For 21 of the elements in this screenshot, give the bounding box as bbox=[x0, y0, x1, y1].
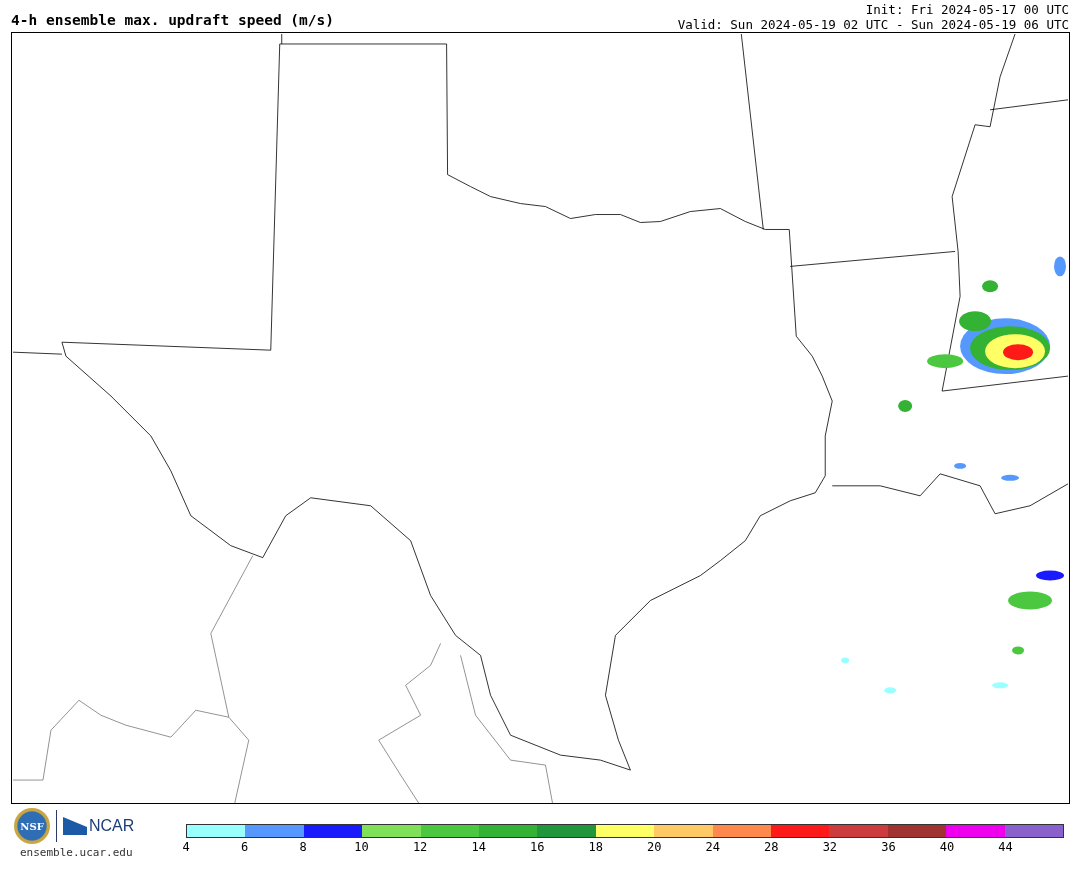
scale-label: 8 bbox=[299, 840, 307, 854]
scale-label: 6 bbox=[240, 840, 249, 854]
scale-label: 12 bbox=[412, 840, 428, 854]
website-url: ensemble.ucar.edu bbox=[20, 846, 134, 859]
scale-label: 36 bbox=[881, 840, 896, 854]
scale-label: 20 bbox=[647, 840, 662, 854]
init-time: Init: Fri 2024-05-17 00 UTC bbox=[865, 2, 1069, 17]
scale-label: 14 bbox=[471, 840, 486, 854]
scale-label: 44 bbox=[998, 840, 1013, 854]
scale-label: 24 bbox=[705, 840, 720, 854]
scale-label: 40 bbox=[939, 840, 955, 854]
scale-label: 16 bbox=[529, 840, 545, 854]
scale-label: 28 bbox=[764, 840, 779, 854]
chart-title: 4-h ensemble max. updraft speed (m/s) bbox=[11, 12, 334, 28]
scale-label: 4 bbox=[182, 840, 190, 854]
ncar-logo: NCAR bbox=[63, 817, 135, 835]
scale-label: 32 bbox=[822, 840, 838, 854]
scale-label: 10 bbox=[354, 840, 369, 854]
scale-label: 18 bbox=[588, 840, 603, 854]
nsf-logo: NSF bbox=[14, 808, 50, 844]
valid-time: Valid: Sun 2024-05-19 02 UTC - Sun 2024-05-19 06 UTC bbox=[677, 17, 1069, 32]
